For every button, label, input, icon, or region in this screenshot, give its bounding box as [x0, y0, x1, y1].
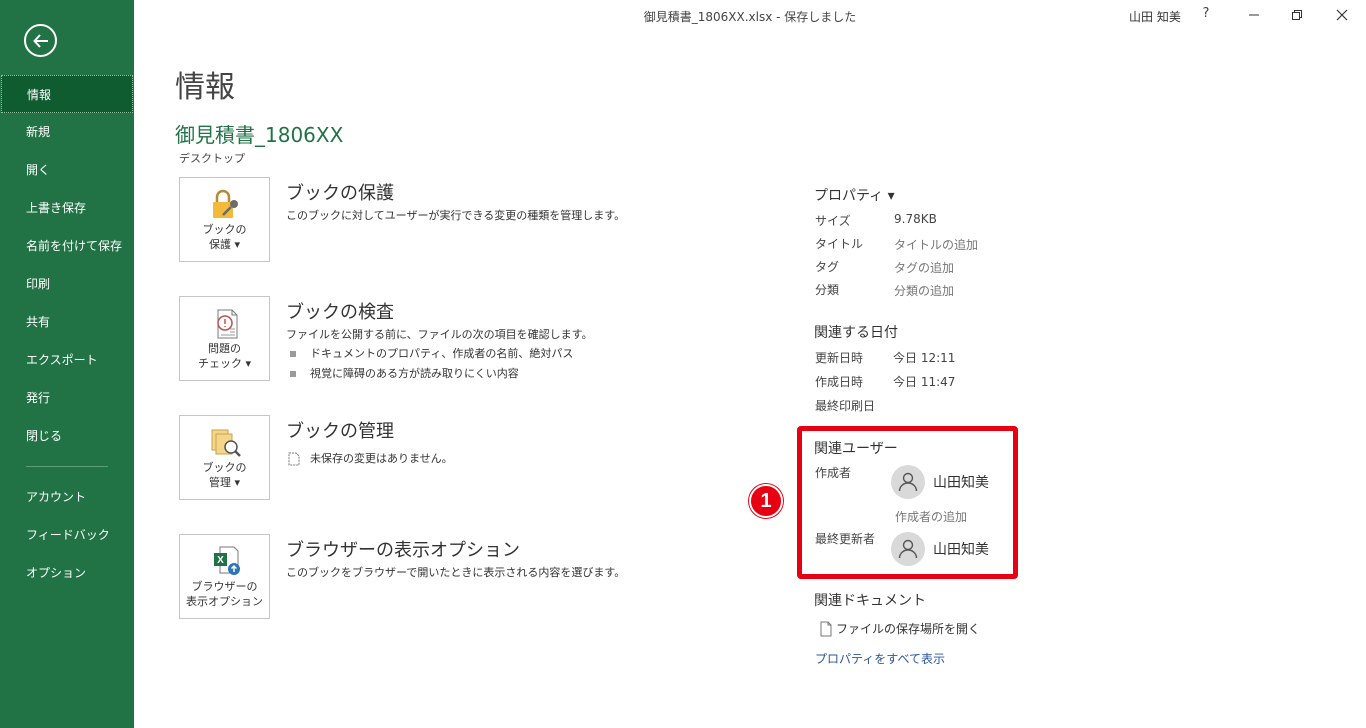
inspect-heading: ブックの検査	[286, 302, 394, 323]
prop-label-size: サイズ	[815, 214, 851, 228]
sidebar-item-publish[interactable]: 発行	[0, 379, 134, 417]
sidebar-item-print[interactable]: 印刷	[0, 265, 134, 303]
protect-tile-label: ブックの 保護 ▾	[180, 222, 269, 252]
sidebar-item-options[interactable]: オプション	[0, 554, 134, 592]
back-arrow-icon	[32, 33, 48, 48]
sidebar-item-new[interactable]: 新規	[0, 113, 134, 151]
date-label-modified: 更新日時	[815, 351, 864, 365]
prop-label-tags: タグ	[815, 260, 840, 274]
title-field[interactable]: タイトルの追加	[894, 236, 978, 253]
protect-heading: ブックの保護	[286, 183, 394, 204]
sidebar-item-save[interactable]: 上書き保存	[0, 189, 134, 227]
file-name: 御見積書_1806XX	[175, 123, 344, 147]
annotation-number-badge: 1	[749, 484, 783, 518]
tile-label-line: 管理 ▾	[208, 476, 241, 489]
sidebar-nav: 情報 新規 開く 上書き保存 名前を付けて保存 印刷 共有 エクスポート 発行 …	[0, 75, 134, 592]
show-all-properties-link[interactable]: プロパティをすべて表示	[815, 650, 945, 667]
close-window-button[interactable]	[1331, 4, 1353, 26]
signed-in-user[interactable]: 山田 知美	[1129, 8, 1181, 25]
tile-label-line: ブラウザーの	[191, 580, 258, 593]
manage-workbook-button[interactable]: ブックの 管理 ▾	[179, 415, 270, 500]
sidebar-item-info[interactable]: 情報	[1, 75, 133, 113]
annotation-highlight-box	[797, 426, 1018, 579]
protect-workbook-button[interactable]: ブックの 保護 ▾	[179, 177, 270, 262]
back-button[interactable]	[24, 24, 57, 57]
minimize-icon	[1249, 14, 1259, 16]
excel-web-icon: X	[214, 546, 240, 575]
manage-status: 未保存の変更はありません。	[288, 450, 453, 466]
manage-tile-label: ブックの 管理 ▾	[180, 460, 269, 490]
tile-label-line: ブックの	[202, 461, 247, 474]
date-value-created: 今日 11:47	[893, 375, 956, 389]
inspect-document-icon	[217, 309, 238, 339]
restore-icon	[1292, 10, 1302, 20]
inspect-bullet: 視覚に障碍のある方が読み取りにくい内容	[290, 365, 519, 381]
date-label-printed: 最終印刷日	[815, 399, 876, 413]
file-icon	[820, 621, 832, 636]
sidebar-item-feedback[interactable]: フィードバック	[0, 516, 134, 554]
tile-label-line: 保護 ▾	[208, 238, 241, 251]
manage-versions-icon	[211, 429, 241, 457]
open-file-location-link[interactable]: ファイルの保存場所を開く	[820, 620, 980, 637]
manage-status-text: 未保存の変更はありません。	[310, 452, 453, 465]
svg-text:X: X	[217, 555, 224, 566]
tile-label-line: チェック ▾	[197, 357, 252, 370]
minimize-button[interactable]	[1243, 4, 1265, 26]
sidebar-item-close[interactable]: 閉じる	[0, 417, 134, 455]
browser-description: このブックをブラウザーで開いたときに表示される内容を選びます。	[286, 566, 626, 579]
properties-dropdown[interactable]: プロパティ ▾	[814, 185, 895, 205]
related-dates-heading: 関連する日付	[814, 325, 898, 341]
check-tile-label: 問題の チェック ▾	[180, 341, 269, 371]
sidebar-item-share[interactable]: 共有	[0, 303, 134, 341]
lock-key-icon	[213, 189, 238, 218]
file-location: デスクトップ	[179, 152, 245, 165]
protect-description: このブックに対してユーザーが実行できる変更の種類を管理します。	[286, 209, 626, 222]
help-button[interactable]: ?	[1199, 6, 1213, 21]
browser-heading: ブラウザーの表示オプション	[286, 540, 520, 561]
page-title: 情報	[175, 70, 235, 105]
backstage-sidebar: 情報 新規 開く 上書き保存 名前を付けて保存 印刷 共有 エクスポート 発行 …	[0, 0, 134, 728]
bullet-marker	[290, 371, 296, 377]
related-documents-heading: 関連ドキュメント	[814, 593, 926, 609]
browser-view-options-button[interactable]: X ブラウザーの 表示オプション	[179, 534, 270, 619]
date-label-created: 作成日時	[815, 375, 864, 389]
date-value-modified: 今日 12:11	[893, 351, 956, 365]
inspect-description: ファイルを公開する前に、ファイルの次の項目を確認します。	[286, 328, 593, 341]
sidebar-divider	[26, 466, 108, 467]
prop-label-category: 分類	[815, 283, 840, 297]
close-icon	[1336, 9, 1348, 21]
tile-label-line: 表示オプション	[186, 595, 263, 608]
prop-label-title: タイトル	[815, 237, 864, 251]
document-icon	[288, 452, 300, 466]
manage-heading: ブックの管理	[286, 421, 394, 442]
open-file-location-text: ファイルの保存場所を開く	[836, 622, 981, 636]
tags-field[interactable]: タグの追加	[894, 259, 954, 276]
title-bar: 御見積書_1806XX.xlsx - 保存しました	[134, 0, 1366, 32]
sidebar-item-open[interactable]: 開く	[0, 151, 134, 189]
sidebar-item-save-as[interactable]: 名前を付けて保存	[0, 227, 134, 265]
tile-label-line: 問題の	[208, 342, 241, 355]
bullet-marker	[290, 351, 296, 357]
inspect-bullet: ドキュメントのプロパティ、作成者の名前、絶対パス	[290, 345, 573, 361]
bullet-text: 視覚に障碍のある方が読み取りにくい内容	[310, 367, 519, 380]
check-for-issues-button[interactable]: 問題の チェック ▾	[179, 296, 270, 381]
browser-tile-label: ブラウザーの 表示オプション	[180, 579, 269, 609]
category-field[interactable]: 分類の追加	[894, 282, 954, 299]
restore-button[interactable]	[1286, 4, 1308, 26]
sidebar-item-account[interactable]: アカウント	[0, 478, 134, 516]
tile-label-line: ブックの	[202, 223, 247, 236]
prop-value-size: 9.78KB	[894, 212, 937, 226]
document-title: 御見積書_1806XX.xlsx - 保存しました	[643, 10, 857, 24]
sidebar-item-export[interactable]: エクスポート	[0, 341, 134, 379]
bullet-text: ドキュメントのプロパティ、作成者の名前、絶対パス	[310, 347, 574, 360]
